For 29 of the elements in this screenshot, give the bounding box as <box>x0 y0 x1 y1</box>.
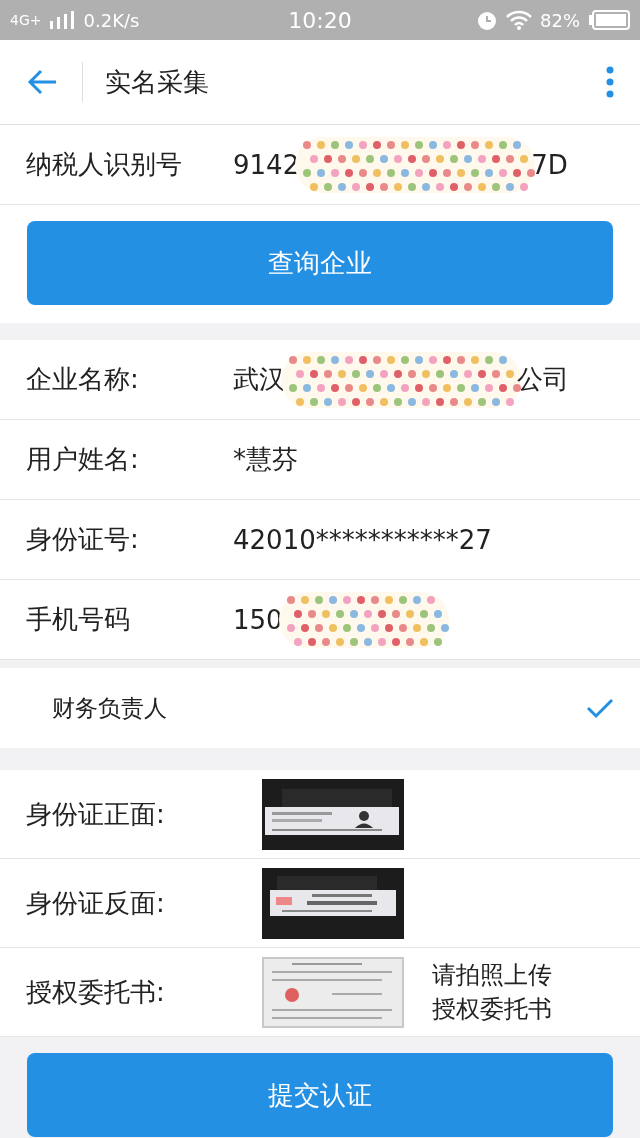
field-value: 7D <box>531 149 568 180</box>
field-value: 武汉 <box>233 363 285 396</box>
field-value: *慧芬 <box>233 443 298 476</box>
battery-percent: 82% <box>540 9 580 31</box>
wifi-icon <box>506 10 532 30</box>
field-label: 手机号码 <box>26 603 131 636</box>
field-label: 纳税人识别号 <box>26 148 183 181</box>
field-value: 9142 <box>233 149 300 180</box>
upload-label: 身份证正面: <box>26 797 166 831</box>
field-label: 企业名称: <box>26 363 140 396</box>
upload-hint: 请拍照上传 授权委托书 <box>432 960 552 1025</box>
field-label: 用户姓名: <box>26 443 140 476</box>
network-type: 4G+ <box>10 12 42 28</box>
query-company-button[interactable]: 查询企业 <box>27 221 613 305</box>
field-label: 身份证号: <box>26 523 140 556</box>
upload-label: 授权委托书: <box>26 975 166 1009</box>
page-title: 实名采集 <box>105 65 210 99</box>
alarm-icon <box>476 9 498 31</box>
submit-verification-button[interactable]: 提交认证 <box>27 1053 613 1137</box>
field-value: 公司 <box>517 363 569 396</box>
upload-label: 身份证反面: <box>26 886 166 920</box>
network-speed: 0.2K/s <box>83 9 140 31</box>
signal-icon <box>49 11 76 29</box>
field-value: 150 <box>233 604 283 635</box>
role-option[interactable]: 财务负责人 <box>52 692 167 724</box>
clock-time: 10:20 <box>288 7 352 33</box>
field-value: 42010***********27 <box>233 524 492 555</box>
more-menu-icon[interactable] <box>606 66 614 98</box>
battery-icon <box>588 10 630 30</box>
